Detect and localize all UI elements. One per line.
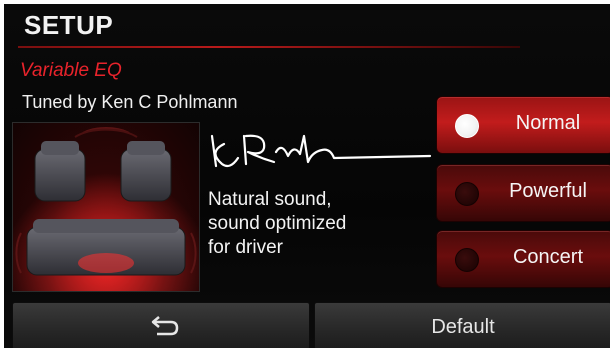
mode-powerful-button[interactable]: Powerful xyxy=(436,164,610,222)
setup-screen: SETUP Variable EQ Tuned by Ken C Pohlman… xyxy=(4,4,610,348)
radio-unselected-icon xyxy=(455,248,479,272)
back-button[interactable] xyxy=(12,302,310,348)
page-title: SETUP xyxy=(24,10,114,40)
description-line: Natural sound, xyxy=(208,189,332,210)
radio-selected-icon xyxy=(455,114,479,138)
mode-label: Powerful xyxy=(509,180,587,202)
mode-description: Natural sound, sound optimized for drive… xyxy=(208,188,418,260)
mode-normal-button[interactable]: Normal xyxy=(436,96,610,154)
back-arrow-icon xyxy=(151,316,179,336)
radio-unselected-icon xyxy=(455,182,479,206)
car-seats-illustration xyxy=(12,122,200,292)
default-button-label: Default xyxy=(431,316,495,338)
tuned-by-label: Tuned by Ken C Pohlmann xyxy=(22,92,238,112)
mode-label: Normal xyxy=(515,112,581,134)
signature-image xyxy=(210,134,432,168)
car-seats-icon xyxy=(13,123,199,291)
description-line: for driver xyxy=(208,237,283,258)
title-divider xyxy=(18,46,520,48)
mode-concert-button[interactable]: Concert xyxy=(436,230,610,288)
default-button[interactable]: Default xyxy=(314,302,610,348)
mode-label: Concert xyxy=(512,246,584,268)
section-subtitle: Variable EQ xyxy=(20,60,122,81)
description-line: sound optimized xyxy=(208,213,347,234)
